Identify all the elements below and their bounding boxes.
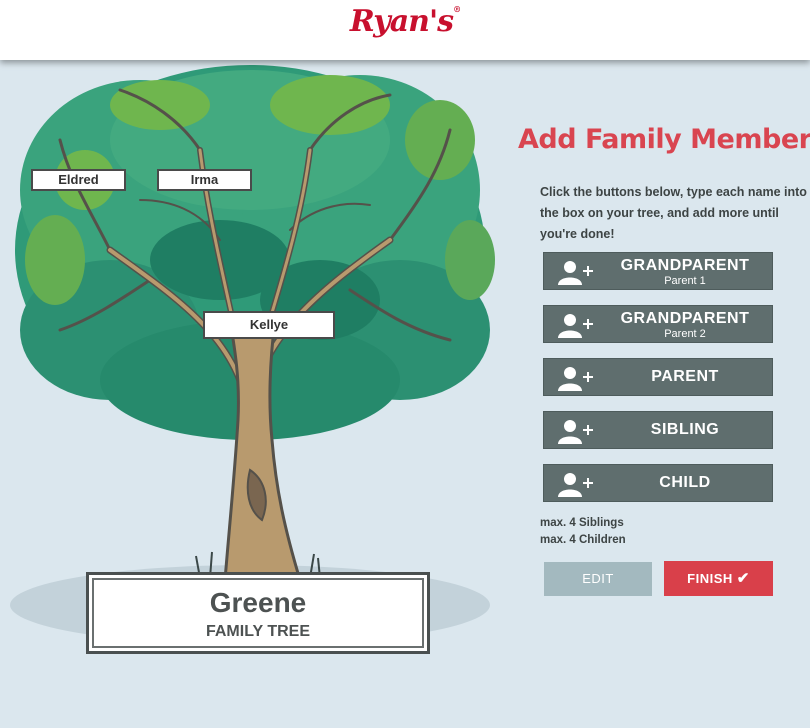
check-icon: ✔ bbox=[736, 570, 750, 587]
add-parent-button[interactable]: PARENT bbox=[543, 358, 773, 396]
add-child-button[interactable]: CHILD bbox=[543, 464, 773, 502]
registered-mark: ® bbox=[453, 4, 461, 14]
name-tag-grandparent-1[interactable]: Eldred bbox=[31, 169, 126, 191]
button-sublabel: Parent 1 bbox=[664, 275, 706, 287]
button-sublabel: Parent 2 bbox=[664, 328, 706, 340]
name-tag-text: Eldred bbox=[58, 172, 99, 187]
panel-title: Add Family Member bbox=[518, 124, 810, 155]
family-tree-label: FAMILY TREE bbox=[205, 623, 311, 640]
edit-button[interactable]: EDIT bbox=[544, 562, 652, 596]
finish-button[interactable]: FINISH ✔ bbox=[664, 561, 773, 596]
add-sibling-button[interactable]: SIBLING bbox=[543, 411, 773, 449]
sibling-limit: max. 4 Siblings bbox=[540, 517, 624, 529]
name-tag-text: Kellye bbox=[249, 317, 289, 332]
button-label: SIBLING bbox=[650, 421, 720, 438]
family-name-sign: Greene FAMILY TREE bbox=[86, 572, 430, 654]
name-tag-parent[interactable]: Kellye bbox=[203, 311, 335, 339]
family-surname[interactable]: Greene bbox=[89, 587, 427, 619]
add-user-icon bbox=[558, 473, 593, 497]
button-label: PARENT bbox=[651, 368, 719, 385]
button-label: CHILD bbox=[659, 474, 711, 491]
name-tag-grandparent-2[interactable]: Irma bbox=[157, 169, 252, 191]
button-label: GRANDPARENT bbox=[620, 257, 750, 274]
add-user-icon bbox=[558, 261, 593, 285]
add-grandparent-1-button[interactable]: GRANDPARENT Parent 1 bbox=[543, 252, 773, 290]
children-limit: max. 4 Children bbox=[540, 534, 626, 546]
add-user-icon bbox=[558, 367, 593, 391]
button-label: GRANDPARENT bbox=[620, 310, 750, 327]
panel-instructions: Click the buttons below, type each name … bbox=[540, 185, 807, 241]
ryans-logo[interactable]: Ryan's® bbox=[0, 4, 810, 39]
add-user-icon bbox=[558, 420, 593, 444]
finish-label: FINISH bbox=[687, 571, 733, 586]
add-user-icon bbox=[558, 314, 593, 338]
logo-text: Ryan's bbox=[349, 4, 454, 39]
site-header: Ryan's® bbox=[0, 0, 810, 60]
member-limits: max. 4 Siblings max. 4 Children bbox=[540, 515, 626, 549]
name-tag-text: Irma bbox=[190, 172, 219, 187]
add-grandparent-2-button[interactable]: GRANDPARENT Parent 2 bbox=[543, 305, 773, 343]
edit-label: EDIT bbox=[582, 571, 614, 586]
